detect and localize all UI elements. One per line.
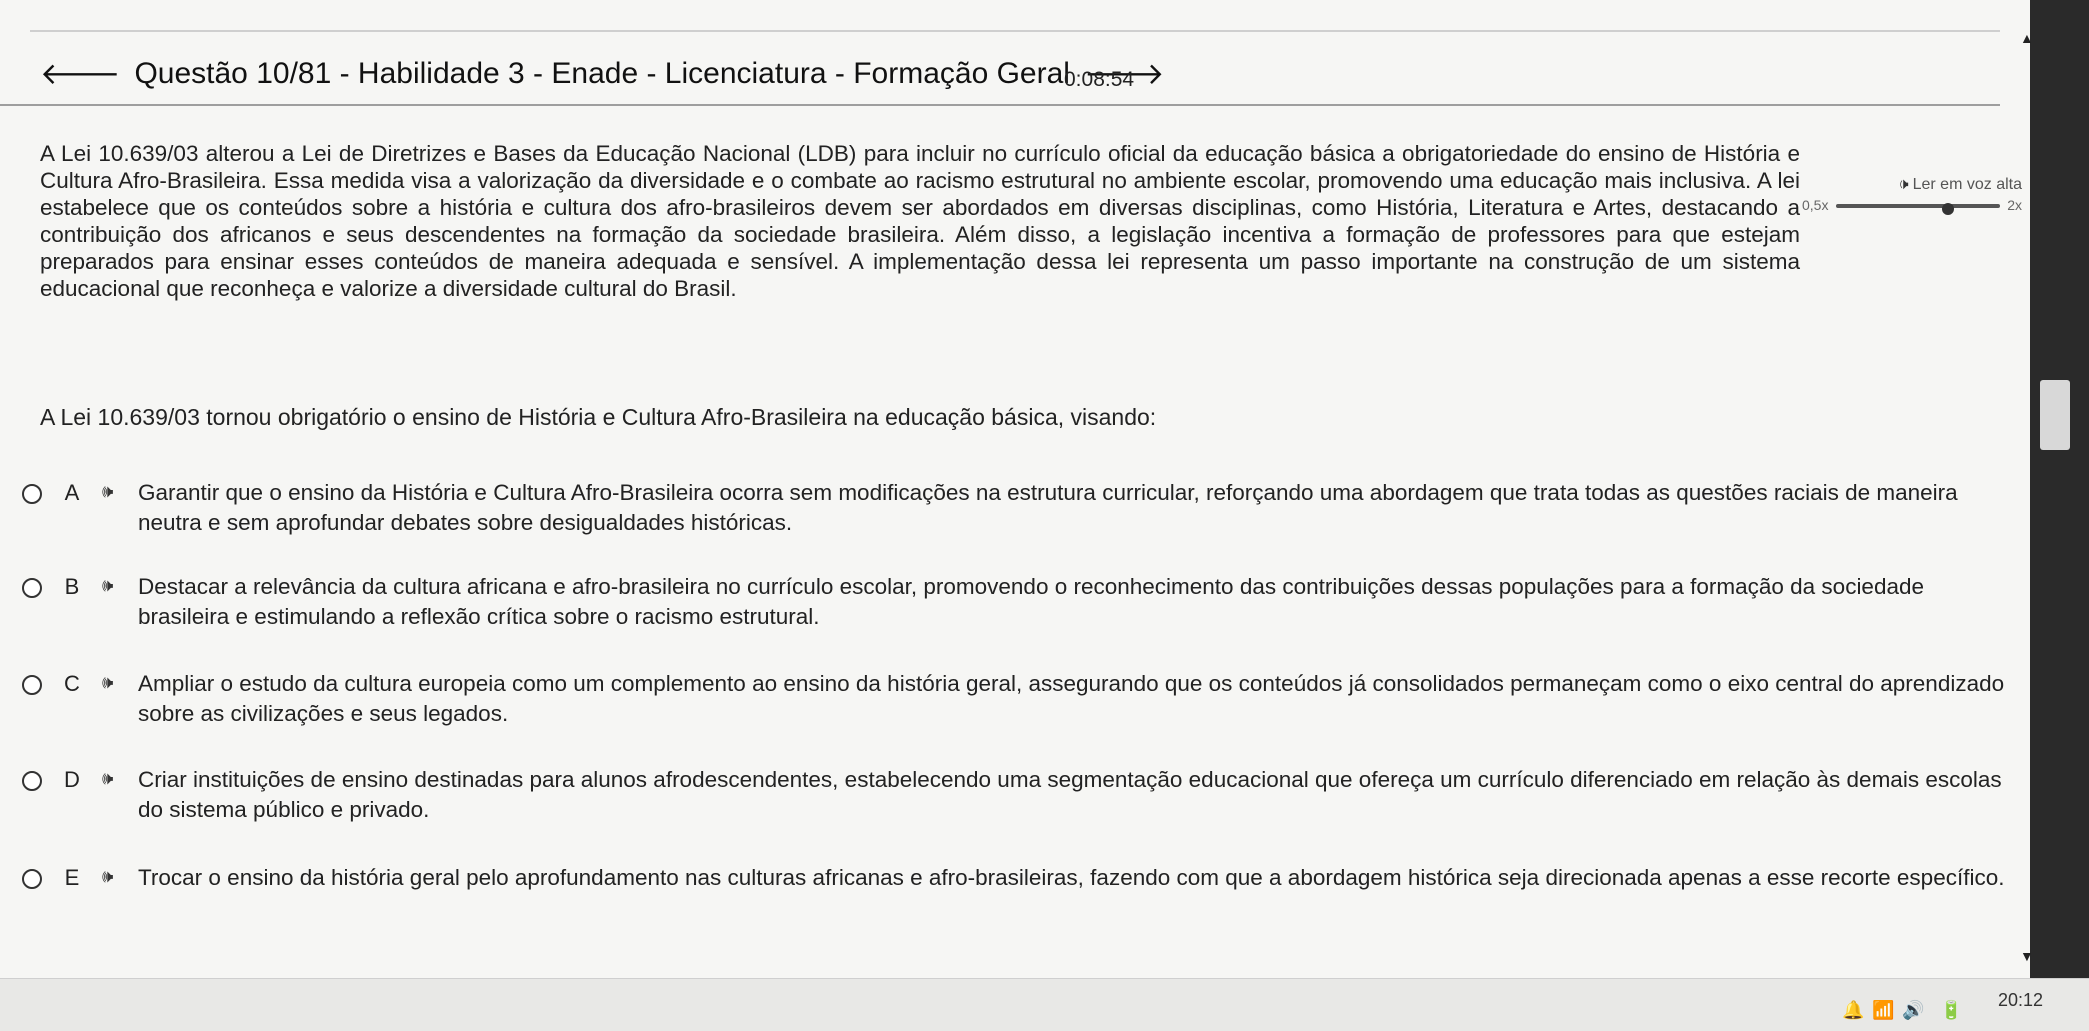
option-d-letter: D (64, 767, 80, 792)
option-a-letter: A (64, 480, 80, 505)
battery-icon[interactable]: 🔋 (1940, 1000, 1962, 1021)
option-e[interactable]: E 🕪 Trocar o ensino da história geral pe… (18, 863, 2008, 913)
option-a[interactable]: A 🕪 Garantir que o ensino da História e … (18, 478, 2008, 572)
option-e-letter: E (64, 865, 80, 890)
question-prompt: A Lei 10.639/03 tornou obrigatório o ens… (40, 404, 1157, 430)
speaker-icon: 🕩 (1898, 176, 1909, 193)
option-c-text: Ampliar o estudo da cultura europeia com… (138, 671, 2005, 726)
wifi-icon[interactable]: 📶 (1872, 1000, 1894, 1021)
option-e-text: Trocar o ensino da história geral pelo a… (138, 865, 2005, 890)
speed-slider-thumb[interactable] (1941, 203, 1954, 215)
option-c-letter: C (64, 671, 80, 696)
system-clock: 20:12 (1998, 990, 2044, 1010)
speaker-icon[interactable]: 🕪 (102, 481, 138, 502)
option-b[interactable]: B 🕪 Destacar a relevância da cultura afr… (18, 572, 2008, 669)
speed-slider[interactable]: 0,5x 2x (1802, 197, 2022, 215)
speaker-icon[interactable]: 🕪 (102, 575, 138, 596)
scroll-up-icon[interactable]: ▲ (2020, 30, 2034, 46)
taskbar (0, 978, 2089, 1031)
speed-min-label: 0,5x (1802, 197, 1829, 213)
option-b-letter: B (64, 574, 80, 599)
read-aloud-control: 🕩 Ler em voz alta 0,5x 2x (1802, 176, 2022, 215)
quiz-page: 🡐 Questão 10/81 - Habilidade 3 - Enade -… (0, 0, 2030, 1030)
option-b-radio[interactable] (22, 578, 42, 598)
question-passage: A Lei 10.639/03 alterou a Lei de Diretri… (40, 141, 1800, 301)
speaker-icon[interactable]: 🕪 (102, 866, 138, 887)
option-d[interactable]: D 🕪 Criar instituições de ensino destina… (18, 765, 2008, 863)
option-b-text: Destacar a relevância da cultura african… (138, 574, 1925, 629)
scrollbar-thumb[interactable] (2040, 380, 2070, 450)
timer: 0:08:54 (1064, 68, 1135, 91)
notification-icon[interactable]: 🔔 (1842, 1000, 1864, 1021)
page-title: Questão 10/81 - Habilidade 3 - Enade - L… (134, 57, 1070, 90)
read-aloud-label: Ler em voz alta (1912, 176, 2022, 193)
header-divider (0, 104, 2000, 106)
vertical-scrollbar[interactable] (2030, 0, 2089, 1030)
top-divider (30, 30, 2000, 32)
answer-options: A 🕪 Garantir que o ensino da História e … (18, 478, 2008, 913)
question-header: 🡐 Questão 10/81 - Habilidade 3 - Enade -… (40, 44, 1164, 104)
speaker-icon[interactable]: 🕪 (102, 672, 138, 693)
speed-max-label: 2x (2007, 197, 2022, 213)
speaker-icon[interactable]: 🕪 (102, 768, 138, 789)
scroll-down-icon[interactable]: ▼ (2020, 948, 2034, 964)
option-d-text: Criar instituições de ensino destinadas … (138, 767, 2002, 822)
option-d-radio[interactable] (22, 771, 42, 791)
read-aloud-button[interactable]: 🕩 Ler em voz alta (1802, 176, 2022, 194)
volume-icon[interactable]: 🔊 (1902, 1000, 1924, 1021)
option-a-radio[interactable] (22, 484, 42, 504)
option-c[interactable]: C 🕪 Ampliar o estudo da cultura europeia… (18, 669, 2008, 765)
option-a-text: Garantir que o ensino da História e Cult… (138, 480, 1958, 535)
option-e-radio[interactable] (22, 869, 42, 889)
arrow-left-icon[interactable]: 🡐 (40, 56, 120, 92)
speed-slider-track[interactable] (1836, 203, 2000, 215)
option-c-radio[interactable] (22, 675, 42, 695)
